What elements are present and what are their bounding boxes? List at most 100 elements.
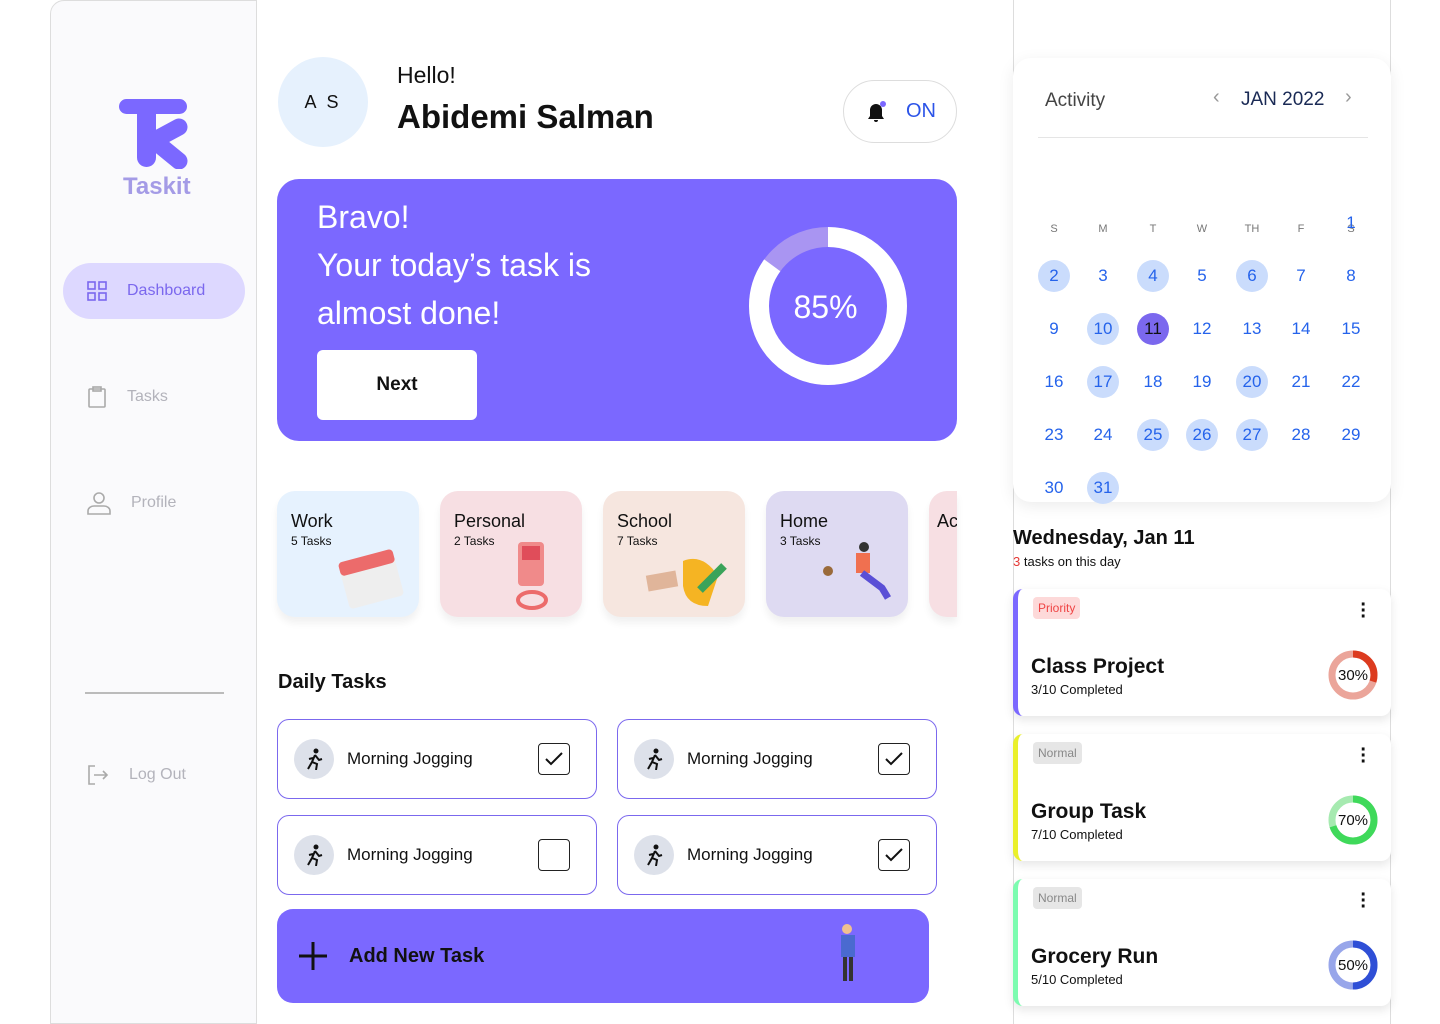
task-card[interactable]: Normal · · · Group Task 7/10 Completed 70%: [1013, 734, 1391, 861]
task-progress-ring: 50%: [1327, 939, 1379, 991]
calendar-day[interactable]: 9: [1038, 313, 1070, 345]
calendar-day[interactable]: 12: [1186, 313, 1218, 345]
sidebar-item-profile[interactable]: Profile: [63, 475, 245, 531]
task-tag: Normal: [1033, 887, 1082, 909]
person-illustration: [841, 924, 855, 981]
daily-task-item[interactable]: Morning Jogging: [617, 815, 937, 895]
calendar-day[interactable]: 18: [1137, 366, 1169, 398]
calendar-day[interactable]: 11: [1137, 313, 1169, 345]
task-tag: Priority: [1033, 597, 1081, 619]
calendar-day[interactable]: 29: [1335, 419, 1367, 451]
task-percent: 50%: [1337, 956, 1369, 974]
calendar-day[interactable]: 14: [1285, 313, 1317, 345]
bell-icon: [868, 100, 886, 122]
avatar[interactable]: A S: [278, 57, 368, 147]
calendar-day[interactable]: 6: [1236, 260, 1268, 292]
category-title: Ac: [937, 511, 957, 531]
greeting: Hello!: [397, 62, 456, 88]
runner-icon: [634, 835, 674, 875]
banner-line-3: almost done!: [317, 295, 501, 331]
task-checkbox[interactable]: [878, 839, 910, 871]
calendar-day[interactable]: 27: [1236, 419, 1268, 451]
task-checkbox[interactable]: [538, 743, 570, 775]
task-label: Morning Jogging: [687, 845, 813, 864]
more-options-icon[interactable]: · · ·: [1360, 885, 1367, 917]
sidebar-item-tasks[interactable]: Tasks: [63, 369, 245, 425]
notification-toggle[interactable]: ON: [843, 80, 957, 143]
calendar-day[interactable]: 22: [1335, 366, 1367, 398]
calendar-day[interactable]: 7: [1285, 260, 1317, 292]
daily-task-item[interactable]: Morning Jogging: [617, 719, 937, 799]
calendar-day[interactable]: 26: [1186, 419, 1218, 451]
prev-month-icon[interactable]: ‹: [1213, 86, 1220, 109]
weekday-label: S: [1050, 223, 1058, 235]
calendar-title: Activity: [1045, 90, 1106, 111]
task-checkbox[interactable]: [538, 839, 570, 871]
user-name: Abidemi Salman: [397, 98, 654, 135]
person-dog-illustration: [823, 542, 892, 600]
add-new-task-button[interactable]: Add New Task: [277, 909, 929, 1003]
sidebar-item-dashboard[interactable]: Dashboard: [63, 263, 245, 319]
daily-task-item[interactable]: Morning Jogging: [277, 815, 597, 895]
calendar-day[interactable]: 15: [1335, 313, 1367, 345]
weekday-label: TH: [1244, 223, 1260, 235]
calendar-day[interactable]: 30: [1038, 472, 1070, 504]
sidebar-item-label: Tasks: [127, 388, 168, 405]
month-label: JAN 2022: [1241, 89, 1325, 110]
calendar-day[interactable]: 25: [1137, 419, 1169, 451]
task-checkbox[interactable]: [878, 743, 910, 775]
category-count: 7 Tasks: [617, 534, 658, 548]
category-card-partial[interactable]: Ac: [929, 491, 957, 617]
runner-icon: [294, 739, 334, 779]
category-card-school[interactable]: School 7 Tasks: [603, 491, 745, 617]
sidebar-item-label: Profile: [131, 494, 177, 511]
brand-name: Taskit: [123, 173, 191, 200]
calendar-day[interactable]: 1: [1335, 207, 1367, 239]
task-card[interactable]: Normal · · · Grocery Run 5/10 Completed 50…: [1013, 879, 1391, 1006]
calendar-day[interactable]: 10: [1087, 313, 1119, 345]
activity-calendar: Activity ‹ JAN 2022 › S M T W TH F S 1 2 3 4 5 6 7 8 9 1…: [1013, 58, 1391, 504]
logout-button[interactable]: Log Out: [63, 747, 245, 803]
weekday-label: T: [1149, 223, 1157, 235]
banner-line-2: Your today’s task is: [317, 247, 591, 283]
add-task-label: Add New Task: [349, 944, 485, 967]
calendar-day[interactable]: 4: [1137, 260, 1169, 292]
category-card-home[interactable]: Home 3 Tasks: [766, 491, 908, 617]
calendar-day[interactable]: 3: [1087, 260, 1119, 292]
check-icon: [545, 752, 563, 766]
next-month-icon[interactable]: ›: [1345, 86, 1352, 109]
task-tag: Normal: [1033, 742, 1082, 764]
calendar-day[interactable]: 21: [1285, 366, 1317, 398]
task-progress-text: 7/10 Completed: [1031, 827, 1123, 842]
selected-day-title: Wednesday, Jan 11: [1013, 527, 1195, 549]
calendar-day[interactable]: 23: [1038, 419, 1070, 451]
next-button[interactable]: Next: [317, 350, 477, 420]
calendar-day[interactable]: 2: [1038, 260, 1070, 292]
category-card-work[interactable]: Work 5 Tasks: [277, 491, 419, 617]
taskit-logo: [119, 99, 188, 169]
progress-banner: Bravo! Your today’s task is almost done!…: [277, 179, 957, 441]
calendar-day[interactable]: 8: [1335, 260, 1367, 292]
task-card[interactable]: Priority · · · Class Project 3/10 Complete…: [1013, 589, 1391, 716]
task-count-suffix: tasks on this day: [1020, 554, 1121, 569]
calendar-day[interactable]: 17: [1087, 366, 1119, 398]
calendar-day[interactable]: 31: [1087, 472, 1119, 504]
calendar-day[interactable]: 28: [1285, 419, 1317, 451]
more-options-icon[interactable]: · · ·: [1360, 740, 1367, 772]
weekday-label: M: [1098, 223, 1108, 235]
task-progress-ring: 30%: [1327, 649, 1379, 701]
weekday-label: W: [1196, 223, 1208, 235]
calendar-day[interactable]: 24: [1087, 419, 1119, 451]
task-progress-text: 5/10 Completed: [1031, 972, 1123, 987]
runner-icon: [294, 835, 334, 875]
calendar-day[interactable]: 16: [1038, 366, 1070, 398]
weekday-label: F: [1297, 223, 1305, 235]
calendar-day[interactable]: 5: [1186, 260, 1218, 292]
more-options-icon[interactable]: · · ·: [1360, 595, 1367, 627]
calendar-day[interactable]: 19: [1186, 366, 1218, 398]
calendar-day[interactable]: 20: [1236, 366, 1268, 398]
calendar-day[interactable]: 13: [1236, 313, 1268, 345]
category-card-personal[interactable]: Personal 2 Tasks: [440, 491, 582, 617]
daily-task-item[interactable]: Morning Jogging: [277, 719, 597, 799]
clipboard-icon: [88, 386, 106, 408]
